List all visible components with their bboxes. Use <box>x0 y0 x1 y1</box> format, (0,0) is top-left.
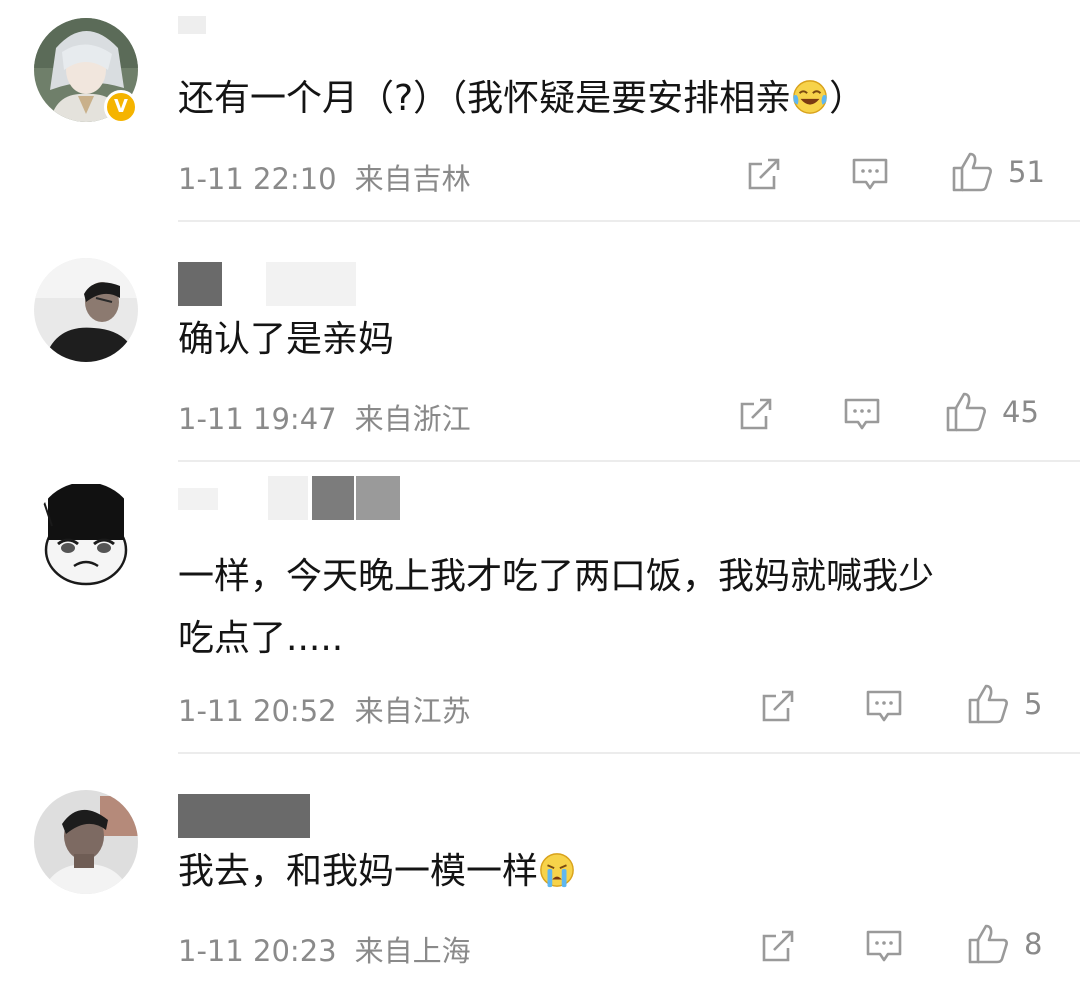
comment-item: 确认了是亲妈 1-11 19:47 来自浙江 45 <box>0 222 1080 462</box>
comment-item: 我去，和我妈一模一样 1-11 20:23 来自上海 8 <box>0 754 1080 1006</box>
comment-meta: 1-11 19:47 来自浙江 <box>178 396 471 438</box>
comment-text: 我去，和我妈一模一样 <box>178 841 576 903</box>
comment-time: 1-11 20:23 <box>178 934 337 968</box>
comment-text-main: 我去，和我妈一模一样 <box>178 851 539 892</box>
avatar[interactable] <box>34 790 138 894</box>
comment-icon <box>866 690 902 722</box>
thumbs-up-icon <box>946 392 986 432</box>
comment-item: 一样，今天晚上我才吃了两口饭，我妈就喊我少 吃点了..... 1-11 20:5… <box>0 462 1080 754</box>
share-icon <box>748 158 780 190</box>
comment-time: 1-11 19:47 <box>178 402 337 436</box>
like-count: 5 <box>1024 687 1043 721</box>
share-button[interactable] <box>758 926 798 966</box>
comment-time: 1-11 22:10 <box>178 162 337 196</box>
verified-badge: V <box>104 90 138 124</box>
comment-text-line-2: 吃点了..... <box>178 618 344 659</box>
share-icon <box>762 690 794 722</box>
comment-meta: 1-11 22:10 来自吉林 <box>178 156 471 198</box>
comment-location: 来自浙江 <box>354 402 471 436</box>
comment-location: 来自上海 <box>354 934 471 968</box>
comment-text-main: 还有一个月（?）（我怀疑是要安排相亲 <box>178 78 792 119</box>
comment-meta: 1-11 20:23 来自上海 <box>178 928 471 970</box>
like-count: 45 <box>1002 395 1039 429</box>
username-redacted[interactable] <box>178 8 218 52</box>
avatar[interactable] <box>34 482 138 586</box>
username-redacted[interactable] <box>178 794 318 838</box>
username-redacted[interactable] <box>178 262 358 306</box>
reply-button[interactable] <box>842 394 882 434</box>
thumbs-up-icon <box>968 684 1008 724</box>
comment-location: 来自吉林 <box>354 162 471 196</box>
like-button[interactable]: 8 <box>966 924 1042 964</box>
comment-location: 来自江苏 <box>354 694 471 728</box>
like-count: 51 <box>1008 155 1045 189</box>
comment-time: 1-11 20:52 <box>178 694 337 728</box>
thumbs-up-icon <box>968 924 1008 964</box>
like-button[interactable]: 51 <box>950 152 1045 192</box>
comment-text: 还有一个月（?）（我怀疑是要安排相亲 ） <box>178 68 865 130</box>
share-icon <box>740 398 772 430</box>
avatar[interactable] <box>34 258 138 362</box>
comment-icon <box>866 930 902 962</box>
comment-icon <box>844 398 880 430</box>
reply-button[interactable] <box>864 926 904 966</box>
crying-emoji-icon <box>540 853 574 888</box>
share-button[interactable] <box>744 154 784 194</box>
comment-item: V 还有一个月（?）（我怀疑是要安排相亲 ） 1-11 22:10 来自吉林 51 <box>0 0 1080 222</box>
reply-button[interactable] <box>850 154 890 194</box>
share-button[interactable] <box>736 394 776 434</box>
comment-text: 确认了是亲妈 <box>178 319 395 360</box>
comment-text-tail: ） <box>829 78 866 119</box>
comment-list: V 还有一个月（?）（我怀疑是要安排相亲 ） 1-11 22:10 来自吉林 51 <box>0 0 1080 1006</box>
like-button[interactable]: 45 <box>944 392 1039 432</box>
like-button[interactable]: 5 <box>966 684 1042 724</box>
username-redacted[interactable] <box>178 476 408 520</box>
laughing-crying-emoji-icon <box>793 80 827 114</box>
like-count: 8 <box>1024 927 1043 961</box>
share-icon <box>762 930 794 962</box>
comment-text-line-1: 一样，今天晚上我才吃了两口饭，我妈就喊我少 <box>178 556 935 597</box>
reply-button[interactable] <box>864 686 904 726</box>
thumbs-up-icon <box>952 152 992 192</box>
share-button[interactable] <box>758 686 798 726</box>
comment-meta: 1-11 20:52 来自江苏 <box>178 688 471 730</box>
comment-icon <box>852 158 888 190</box>
